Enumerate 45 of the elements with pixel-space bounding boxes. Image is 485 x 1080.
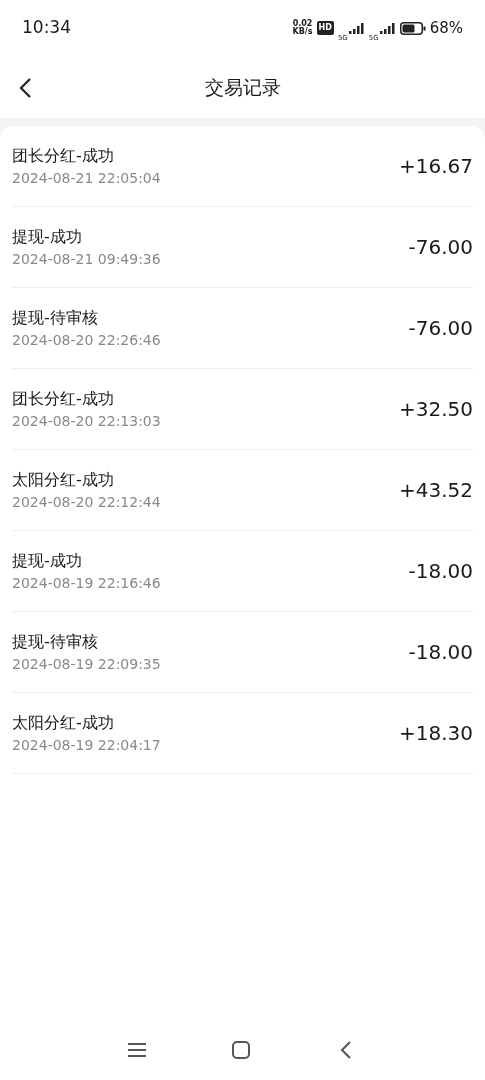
transaction-amount: +16.67 bbox=[399, 153, 473, 180]
status-time: 10:34 bbox=[22, 16, 71, 40]
transaction-row[interactable]: 提现-成功 2024-08-19 22:16:46 -18.00 bbox=[12, 531, 473, 612]
transaction-amount: -76.00 bbox=[408, 315, 473, 342]
transaction-amount: -18.00 bbox=[408, 558, 473, 585]
back-button[interactable] bbox=[18, 75, 32, 99]
menu-icon[interactable] bbox=[127, 1042, 147, 1058]
page-title: 交易记录 bbox=[204, 74, 281, 100]
transaction-row[interactable]: 提现-成功 2024-08-21 09:49:36 -76.00 bbox=[12, 207, 473, 288]
transaction-row[interactable]: 提现-待审核 2024-08-20 22:26:46 -76.00 bbox=[12, 288, 473, 369]
transaction-title: 太阳分红-成功 bbox=[12, 711, 115, 734]
transaction-amount: -18.00 bbox=[408, 639, 473, 666]
transaction-amount: -76.00 bbox=[408, 234, 473, 261]
transaction-title: 提现-待审核 bbox=[12, 306, 99, 329]
transaction-time: 2024-08-19 22:09:35 bbox=[12, 654, 161, 674]
transaction-amount: +18.30 bbox=[399, 720, 473, 747]
transaction-time: 2024-08-20 22:12:44 bbox=[12, 492, 161, 512]
transaction-time: 2024-08-19 22:16:46 bbox=[12, 573, 161, 593]
transaction-title: 团长分红-成功 bbox=[12, 144, 115, 167]
transaction-time: 2024-08-20 22:26:46 bbox=[12, 330, 161, 350]
transaction-row[interactable]: 团长分红-成功 2024-08-21 22:05:04 +16.67 bbox=[12, 126, 473, 207]
transaction-title: 团长分红-成功 bbox=[12, 387, 115, 410]
transaction-time: 2024-08-21 22:05:04 bbox=[12, 168, 161, 188]
battery-percent: 68% bbox=[429, 17, 463, 39]
transaction-time: 2024-08-21 09:49:36 bbox=[12, 249, 161, 269]
transaction-row[interactable]: 提现-待审核 2024-08-19 22:09:35 -18.00 bbox=[12, 612, 473, 693]
back-icon[interactable] bbox=[340, 1041, 352, 1059]
transaction-row[interactable]: 团长分红-成功 2024-08-20 22:13:03 +32.50 bbox=[12, 369, 473, 450]
transaction-row[interactable]: 太阳分红-成功 2024-08-20 22:12:44 +43.52 bbox=[12, 450, 473, 531]
transaction-amount: +32.50 bbox=[399, 396, 473, 423]
transaction-row[interactable]: 太阳分红-成功 2024-08-19 22:04:17 +18.30 bbox=[12, 693, 473, 774]
network-speed: 0.02 bbox=[292, 20, 313, 28]
transaction-amount: +43.52 bbox=[399, 477, 473, 504]
home-icon[interactable] bbox=[232, 1041, 250, 1059]
transaction-time: 2024-08-19 22:04:17 bbox=[12, 735, 161, 755]
transaction-title: 太阳分红-成功 bbox=[12, 468, 115, 491]
transaction-title: 提现-待审核 bbox=[12, 630, 99, 653]
transaction-title: 提现-成功 bbox=[12, 549, 83, 572]
network-unit: KB/s bbox=[292, 28, 313, 36]
transaction-time: 2024-08-20 22:13:03 bbox=[12, 411, 161, 431]
transaction-title: 提现-成功 bbox=[12, 225, 83, 248]
signal-icon bbox=[379, 22, 396, 34]
battery-icon bbox=[399, 21, 426, 35]
hd-badge: HD bbox=[316, 21, 334, 35]
signal-icon bbox=[348, 22, 365, 34]
